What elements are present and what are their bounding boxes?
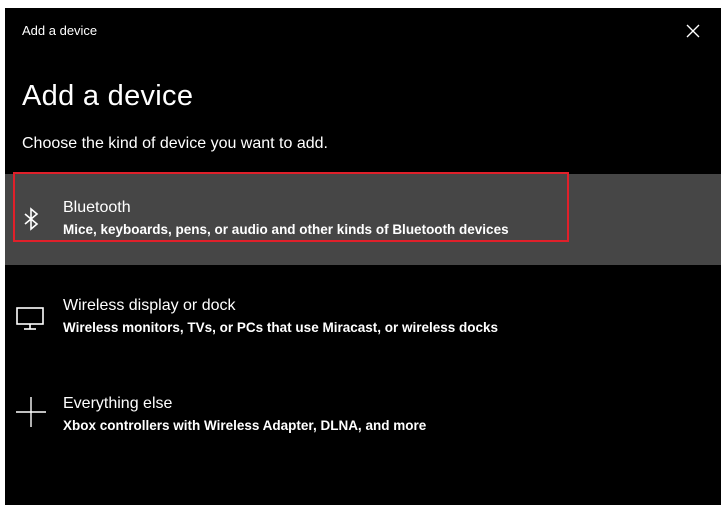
close-icon (686, 24, 700, 38)
page-title: Add a device (22, 80, 194, 112)
option-title: Bluetooth (63, 199, 131, 216)
option-title: Wireless display or dock (63, 297, 236, 314)
option-description: Mice, keyboards, pens, or audio and othe… (63, 222, 509, 237)
option-everything-else[interactable]: Everything else Xbox controllers with Wi… (5, 370, 721, 461)
option-bluetooth[interactable]: Bluetooth Mice, keyboards, pens, or audi… (5, 174, 721, 265)
plus-icon (13, 395, 49, 431)
option-title: Everything else (63, 395, 173, 412)
option-wireless-display[interactable]: Wireless display or dock Wireless monito… (5, 272, 721, 363)
bluetooth-icon (13, 201, 49, 237)
add-device-dialog: Add a device Add a device Choose the kin… (5, 8, 721, 505)
close-button[interactable] (679, 17, 707, 45)
page-subtitle: Choose the kind of device you want to ad… (22, 135, 328, 152)
monitor-icon (13, 299, 49, 335)
option-description: Wireless monitors, TVs, or PCs that use … (63, 320, 499, 335)
title-bar: Add a device (5, 8, 721, 54)
option-description: Xbox controllers with Wireless Adapter, … (63, 418, 427, 433)
window-title: Add a device (22, 23, 98, 38)
